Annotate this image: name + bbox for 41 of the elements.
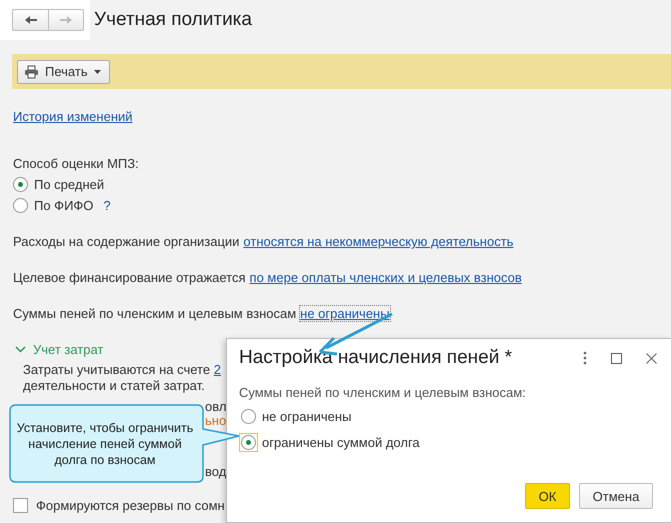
- setting-label: Расходы на содержание организации: [13, 234, 240, 249]
- chevron-icon[interactable]: [15, 346, 26, 353]
- setting-label: Суммы пеней по членским и целевым взносам: [13, 306, 296, 321]
- radio-label: ограничены суммой долга: [262, 434, 420, 450]
- text-fragment: овл: [205, 399, 226, 415]
- checkbox[interactable]: [13, 498, 28, 513]
- page-title: Учетная политика: [94, 9, 252, 31]
- dialog-title: Настройка начисления пеней *: [239, 347, 513, 369]
- radio-button[interactable]: [13, 176, 28, 192]
- valuation-label: Способ оценки МПЗ:: [13, 156, 139, 171]
- callout-text: Установите, чтобы ограничить начисление пеней суммой долга по взносам: [16, 420, 194, 468]
- close-icon[interactable]: [646, 352, 657, 364]
- setting-link[interactable]: по мере оплаты членских и целевых взносов: [250, 270, 522, 285]
- maximize-icon[interactable]: [611, 352, 622, 364]
- setting-link[interactable]: не ограничены: [300, 306, 390, 321]
- left-arrow-icon: [24, 15, 38, 25]
- ok-button[interactable]: ОК: [525, 483, 570, 509]
- print-button[interactable]: Печать: [17, 60, 110, 84]
- checkbox-label: Формируются резервы по сомн: [36, 498, 225, 513]
- text-fragment: вод: [205, 464, 226, 480]
- setting-label: Целевое финансирование отражается: [13, 270, 246, 285]
- radio-button[interactable]: [239, 432, 258, 452]
- section-title[interactable]: Учет затрат: [33, 342, 104, 357]
- section-text: деятельности и статей затрат.: [23, 378, 206, 394]
- radio-label: не ограничены: [262, 408, 352, 424]
- section-text: Затраты учитываются на счете: [23, 362, 210, 377]
- printer-icon: [24, 64, 39, 78]
- radio-label: По средней: [34, 176, 104, 192]
- cancel-button[interactable]: Отмена: [579, 483, 653, 509]
- help-link[interactable]: ?: [103, 198, 111, 212]
- history-link[interactable]: История изменений: [13, 109, 133, 124]
- right-arrow-icon: [59, 15, 73, 25]
- account-link[interactable]: 2: [214, 362, 221, 377]
- radio-button[interactable]: [13, 198, 28, 212]
- radio-label: По ФИФО: [34, 198, 94, 212]
- text-fragment: ьно: [205, 413, 226, 429]
- more-icon[interactable]: [583, 351, 587, 365]
- setting-link[interactable]: относятся на некоммерческую деятельность: [243, 234, 514, 249]
- dialog-label: Суммы пеней по членским и целевым взносам:: [239, 385, 527, 400]
- back-button[interactable]: [12, 9, 48, 31]
- caret-icon: [94, 70, 101, 74]
